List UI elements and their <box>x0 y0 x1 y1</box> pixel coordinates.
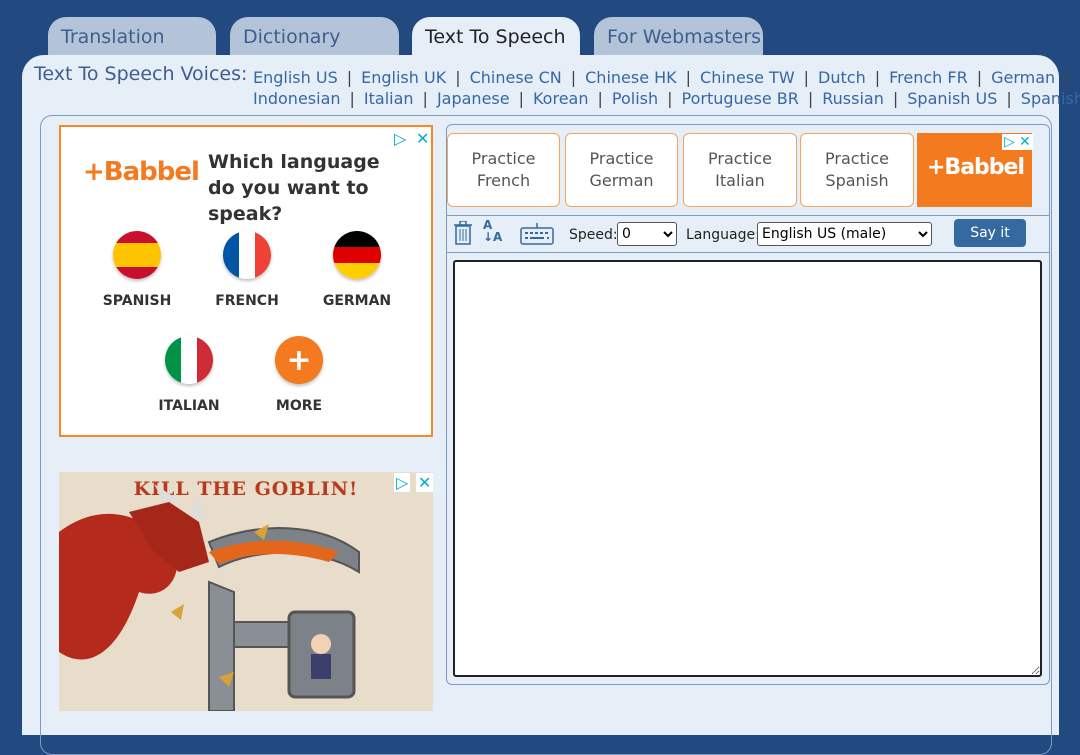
practice-german-button[interactable]: Practice German <box>565 133 678 207</box>
voice-link[interactable]: English UK <box>361 68 446 87</box>
voice-link[interactable]: French FR <box>889 68 968 87</box>
voice-link[interactable]: Japanese <box>437 89 510 108</box>
adchoices-icon[interactable]: ▷ <box>1002 134 1017 150</box>
voices-row-1: English US | English UK | Chinese CN | Chinese… <box>253 67 1080 88</box>
option-italian[interactable]: ITALIAN <box>129 398 249 414</box>
voice-link[interactable]: Spanish ES <box>1021 89 1080 108</box>
germany-flag-icon[interactable] <box>333 231 381 279</box>
tts-text-input[interactable] <box>453 260 1042 677</box>
voice-separator: | <box>685 68 692 87</box>
voice-separator: | <box>807 89 814 108</box>
close-ad-icon[interactable]: ✕ <box>1017 134 1033 150</box>
voice-separator: | <box>570 68 577 87</box>
voice-link[interactable]: Polish <box>612 89 658 108</box>
babbel-logo: +Babbel <box>927 155 1025 180</box>
voice-link[interactable]: Spanish US <box>907 89 997 108</box>
voice-link[interactable]: Korean <box>533 89 589 108</box>
voice-separator: | <box>597 89 603 108</box>
practice-italian-label: Practice Italian <box>708 149 772 190</box>
babbel-logo: +Babbel <box>83 157 200 187</box>
game-illustration <box>59 484 360 711</box>
close-ad-icon[interactable]: ✕ <box>416 129 429 148</box>
babbel-tile-ad[interactable]: ▷ ✕ +Babbel <box>917 133 1033 207</box>
voice-separator: | <box>1006 89 1012 108</box>
adchoices-icon[interactable]: ▷ <box>394 129 406 148</box>
option-french[interactable]: FRENCH <box>187 293 307 309</box>
trash-icon[interactable] <box>454 221 472 245</box>
tab-translation[interactable]: Translation <box>48 17 216 56</box>
voice-separator: | <box>874 68 881 87</box>
tab-bar: Translation Dictionary Text To Speech Fo… <box>0 16 1080 56</box>
france-flag-icon[interactable] <box>223 231 271 279</box>
tab-for-webmasters[interactable]: For Webmasters <box>594 17 763 56</box>
language-select[interactable]: English US (male) <box>757 222 932 246</box>
voice-link[interactable]: Russian <box>822 89 884 108</box>
more-plus-icon[interactable]: + <box>275 336 323 384</box>
language-label: Language: <box>686 227 760 243</box>
voice-separator: | <box>976 68 983 87</box>
voice-link[interactable]: Portuguese BR <box>682 89 799 108</box>
voice-separator: | <box>455 68 461 87</box>
voice-link[interactable]: German <box>991 68 1055 87</box>
italy-flag-icon[interactable] <box>165 336 213 384</box>
voice-separator: | <box>803 68 810 87</box>
say-it-button[interactable]: Say it <box>954 219 1026 247</box>
voices-label: Text To Speech Voices: <box>34 63 248 85</box>
voice-link[interactable]: Indonesian <box>253 89 341 108</box>
practice-german-label: Practice German <box>589 149 654 190</box>
tab-text-to-speech[interactable]: Text To Speech <box>412 17 580 56</box>
voice-link[interactable]: English US <box>253 68 338 87</box>
practice-spanish-button[interactable]: Practice Spanish <box>800 133 914 207</box>
voice-separator: | <box>346 68 353 87</box>
practice-italian-button[interactable]: Practice Italian <box>683 133 797 207</box>
voice-separator: | <box>349 89 355 108</box>
babbel-ad[interactable]: ▷ ✕ +Babbel Which language do you want t… <box>59 125 433 437</box>
practice-french-button[interactable]: Practice French <box>447 133 560 207</box>
voice-separator: | <box>1064 68 1070 87</box>
voice-link[interactable]: Chinese HK <box>585 68 677 87</box>
voice-link[interactable]: Dutch <box>818 68 866 87</box>
practice-spanish-label: Practice Spanish <box>825 149 889 190</box>
voice-link[interactable]: Chinese CN <box>470 68 562 87</box>
voices-row-2: Indonesian | Italian | Japanese | Korean | Polis… <box>253 88 1080 109</box>
sort-az-icon[interactable]: A ↓A <box>483 219 502 243</box>
practice-french-label: Practice French <box>471 149 536 190</box>
voice-separator: | <box>667 89 673 108</box>
speed-select[interactable]: 0 <box>617 222 677 246</box>
voice-link[interactable]: Italian <box>364 89 414 108</box>
tab-dictionary[interactable]: Dictionary <box>230 17 399 56</box>
option-german[interactable]: GERMAN <box>297 293 417 309</box>
voice-separator: | <box>422 89 428 108</box>
keyboard-icon[interactable] <box>520 222 554 246</box>
voice-link[interactable]: Chinese TW <box>700 68 795 87</box>
speed-label: Speed: <box>569 227 618 243</box>
ad-headline: Which language do you want to speak? <box>208 151 380 225</box>
option-spanish[interactable]: SPANISH <box>77 293 197 309</box>
hero-icon <box>311 634 331 654</box>
voice-separator: | <box>518 89 524 108</box>
voices-links: English US | English UK | Chinese CN | Chinese… <box>253 67 1080 109</box>
voice-separator: | <box>892 89 899 108</box>
game-ad[interactable]: KILL THE GOBLIN! ▷ ✕ <box>59 472 433 711</box>
spain-flag-icon[interactable] <box>113 231 161 279</box>
option-more[interactable]: MORE <box>239 398 359 414</box>
